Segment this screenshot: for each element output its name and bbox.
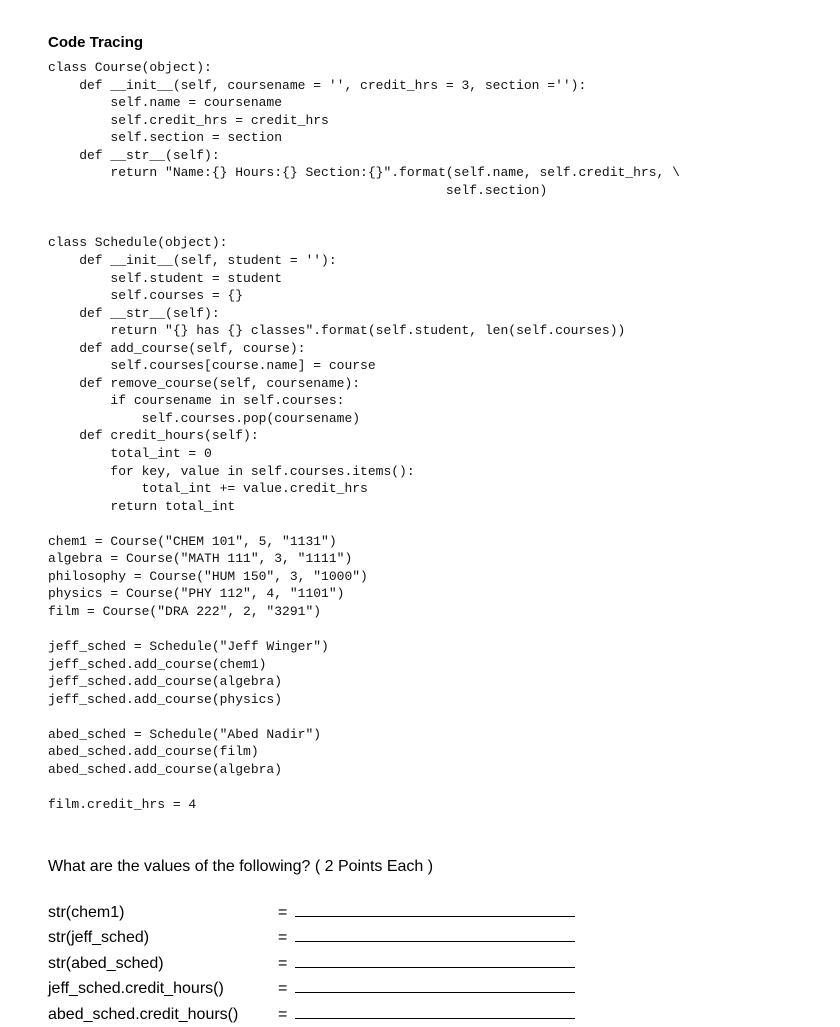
answer-blank bbox=[295, 903, 575, 917]
answer-blank bbox=[295, 1005, 575, 1019]
answer-label: str(chem1) bbox=[48, 900, 278, 926]
equals-sign: = bbox=[278, 976, 287, 1002]
answer-blank bbox=[295, 954, 575, 968]
answer-row: str(chem1)= bbox=[48, 900, 792, 926]
code-block: class Course(object): def __init__(self,… bbox=[48, 59, 792, 814]
answer-label: abed_sched.credit_hours() bbox=[48, 1002, 278, 1027]
answer-row: str(abed_sched)= bbox=[48, 951, 792, 977]
answer-label: str(abed_sched) bbox=[48, 951, 278, 977]
equals-sign: = bbox=[278, 1002, 287, 1027]
answer-row: abed_sched.credit_hours()= bbox=[48, 1002, 792, 1027]
answer-blank bbox=[295, 979, 575, 993]
answer-row: str(jeff_sched)= bbox=[48, 925, 792, 951]
answer-label: str(jeff_sched) bbox=[48, 925, 278, 951]
equals-sign: = bbox=[278, 925, 287, 951]
page-title: Code Tracing bbox=[48, 34, 792, 51]
question-text: What are the values of the following? ( … bbox=[48, 858, 792, 876]
equals-sign: = bbox=[278, 900, 287, 926]
answer-row: jeff_sched.credit_hours()= bbox=[48, 976, 792, 1002]
answers-section: str(chem1)=str(jeff_sched)=str(abed_sche… bbox=[48, 900, 792, 1027]
equals-sign: = bbox=[278, 951, 287, 977]
answer-blank bbox=[295, 928, 575, 942]
answer-label: jeff_sched.credit_hours() bbox=[48, 976, 278, 1002]
